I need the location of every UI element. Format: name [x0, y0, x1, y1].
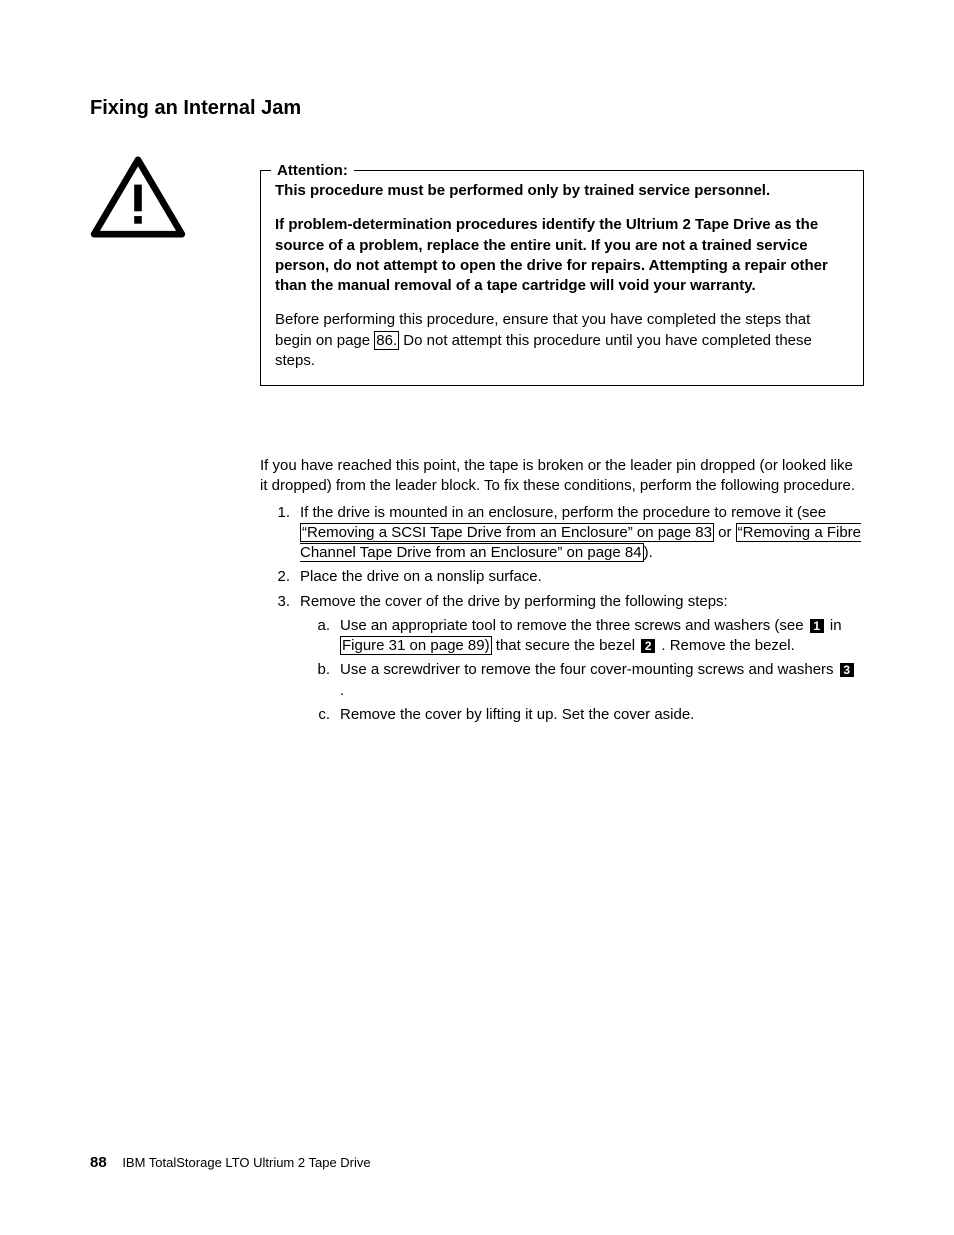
- page-ref-86[interactable]: 86.: [374, 331, 399, 350]
- callout-3: 3: [840, 663, 854, 677]
- attention-p3: Before performing this procedure, ensure…: [275, 310, 849, 371]
- xref-scsi-remove[interactable]: “Removing a SCSI Tape Drive from an Encl…: [300, 523, 714, 542]
- step-3: 3. Remove the cover of the drive by perf…: [260, 592, 864, 730]
- attention-p1: This procedure must be performed only by…: [275, 181, 849, 201]
- attention-box: Attention: This procedure must be perfor…: [260, 170, 864, 386]
- caution-icon: [90, 225, 186, 242]
- callout-2: 2: [641, 639, 655, 653]
- substeps-list: a. Use an appropriate tool to remove the…: [300, 616, 864, 725]
- xref-figure-31[interactable]: Figure 31 on page 89): [340, 636, 492, 655]
- attention-legend: Attention:: [271, 161, 354, 181]
- procedure-list: 1. If the drive is mounted in an enclosu…: [260, 503, 864, 730]
- intro-paragraph: If you have reached this point, the tape…: [260, 456, 864, 497]
- doc-title-footer: IBM TotalStorage LTO Ultrium 2 Tape Driv…: [122, 1155, 370, 1170]
- step-3a: a. Use an appropriate tool to remove the…: [300, 616, 864, 657]
- step-3b: b. Use a screwdriver to remove the four …: [300, 660, 864, 701]
- step-3c: c. Remove the cover by lifting it up. Se…: [300, 705, 864, 725]
- section-title: Fixing an Internal Jam: [90, 95, 864, 122]
- step-2: 2. Place the drive on a nonslip surface.: [260, 567, 864, 587]
- step-1: 1. If the drive is mounted in an enclosu…: [260, 503, 864, 564]
- page-number: 88: [90, 1154, 107, 1171]
- callout-1: 1: [810, 619, 824, 633]
- attention-p2: If problem-determination procedures iden…: [275, 215, 849, 296]
- page-footer: 88 IBM TotalStorage LTO Ultrium 2 Tape D…: [90, 1153, 371, 1173]
